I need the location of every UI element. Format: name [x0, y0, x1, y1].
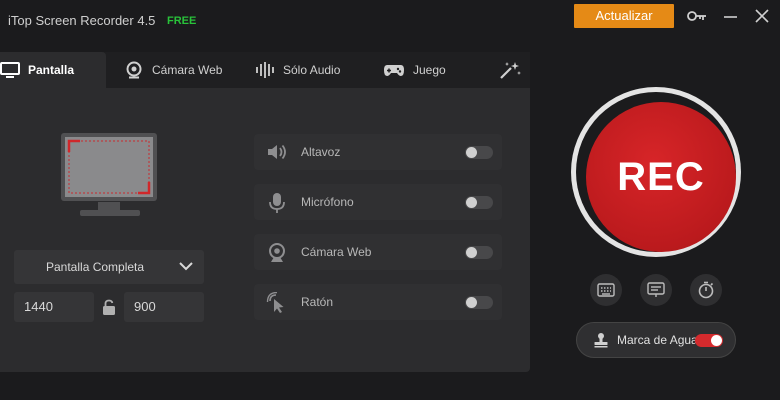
tab-label: Cámara Web	[152, 63, 223, 77]
capture-mode-value: Pantalla Completa	[46, 260, 145, 274]
webcam-icon	[266, 242, 288, 267]
free-badge: FREE	[167, 15, 197, 27]
minimize-icon[interactable]	[720, 6, 742, 26]
mouse-pointer-icon	[266, 291, 288, 317]
record-label: REC	[617, 154, 705, 199]
option-label: Micrófono	[301, 195, 354, 209]
option-raton: Ratón	[254, 284, 502, 320]
subtitle-button[interactable]	[640, 274, 672, 306]
tab-label: Sólo Audio	[283, 63, 341, 77]
option-label: Cámara Web	[301, 245, 372, 259]
speaker-icon	[266, 142, 288, 165]
option-label: Ratón	[301, 295, 334, 309]
keyboard-icon	[597, 283, 615, 297]
title-bar: iTop Screen Recorder 4.5 FREE Actualizar	[0, 0, 780, 40]
tab-solo-audio[interactable]: Sólo Audio	[255, 52, 340, 88]
capture-mode-select[interactable]: Pantalla Completa	[14, 250, 204, 284]
option-label: Altavoz	[301, 145, 341, 159]
magic-sparkle-icon	[500, 62, 521, 79]
watermark-button[interactable]: Marca de Agua	[576, 322, 736, 358]
chevron-down-icon	[179, 262, 193, 271]
app-title: iTop Screen Recorder 4.5	[8, 13, 156, 28]
height-input[interactable]: 900	[124, 292, 204, 322]
record-button[interactable]: REC	[571, 87, 741, 257]
timer-icon	[698, 281, 714, 299]
stamp-icon	[593, 332, 609, 351]
key-icon[interactable]	[686, 6, 708, 26]
audio-wave-icon	[256, 62, 274, 78]
main-panel: Pantalla Cámara Web Sólo Audio Juego Pan…	[0, 52, 530, 372]
tab-magic[interactable]	[498, 52, 530, 88]
microphone-toggle[interactable]	[465, 196, 493, 209]
tab-label: Juego	[413, 63, 446, 77]
screen-area-preview[interactable]	[60, 132, 160, 218]
keyboard-button[interactable]	[590, 274, 622, 306]
tab-pantalla[interactable]: Pantalla	[0, 52, 106, 88]
microphone-icon	[266, 192, 288, 217]
tab-camara-web[interactable]: Cámara Web	[124, 52, 222, 88]
tab-juego[interactable]: Juego	[383, 52, 446, 88]
mouse-toggle[interactable]	[465, 296, 493, 309]
monitor-icon	[0, 62, 20, 78]
tab-label: Pantalla	[28, 63, 75, 77]
update-button[interactable]: Actualizar	[574, 4, 674, 28]
watermark-toggle[interactable]	[695, 334, 723, 347]
webcam-icon	[126, 61, 142, 79]
tab-bar: Pantalla Cámara Web Sólo Audio Juego	[0, 52, 530, 88]
timer-button[interactable]	[690, 274, 722, 306]
option-microfono: Micrófono	[254, 184, 502, 220]
gamepad-icon	[384, 65, 404, 76]
watermark-label: Marca de Agua	[617, 333, 698, 347]
webcam-toggle[interactable]	[465, 246, 493, 259]
unlock-icon[interactable]	[102, 299, 116, 321]
option-altavoz: Altavoz	[254, 134, 502, 170]
speaker-toggle[interactable]	[465, 146, 493, 159]
option-camara-web: Cámara Web	[254, 234, 502, 270]
width-input[interactable]: 1440	[14, 292, 94, 322]
monitor-preview-icon	[61, 133, 157, 216]
subtitle-icon	[647, 282, 665, 297]
close-icon[interactable]	[751, 6, 773, 26]
